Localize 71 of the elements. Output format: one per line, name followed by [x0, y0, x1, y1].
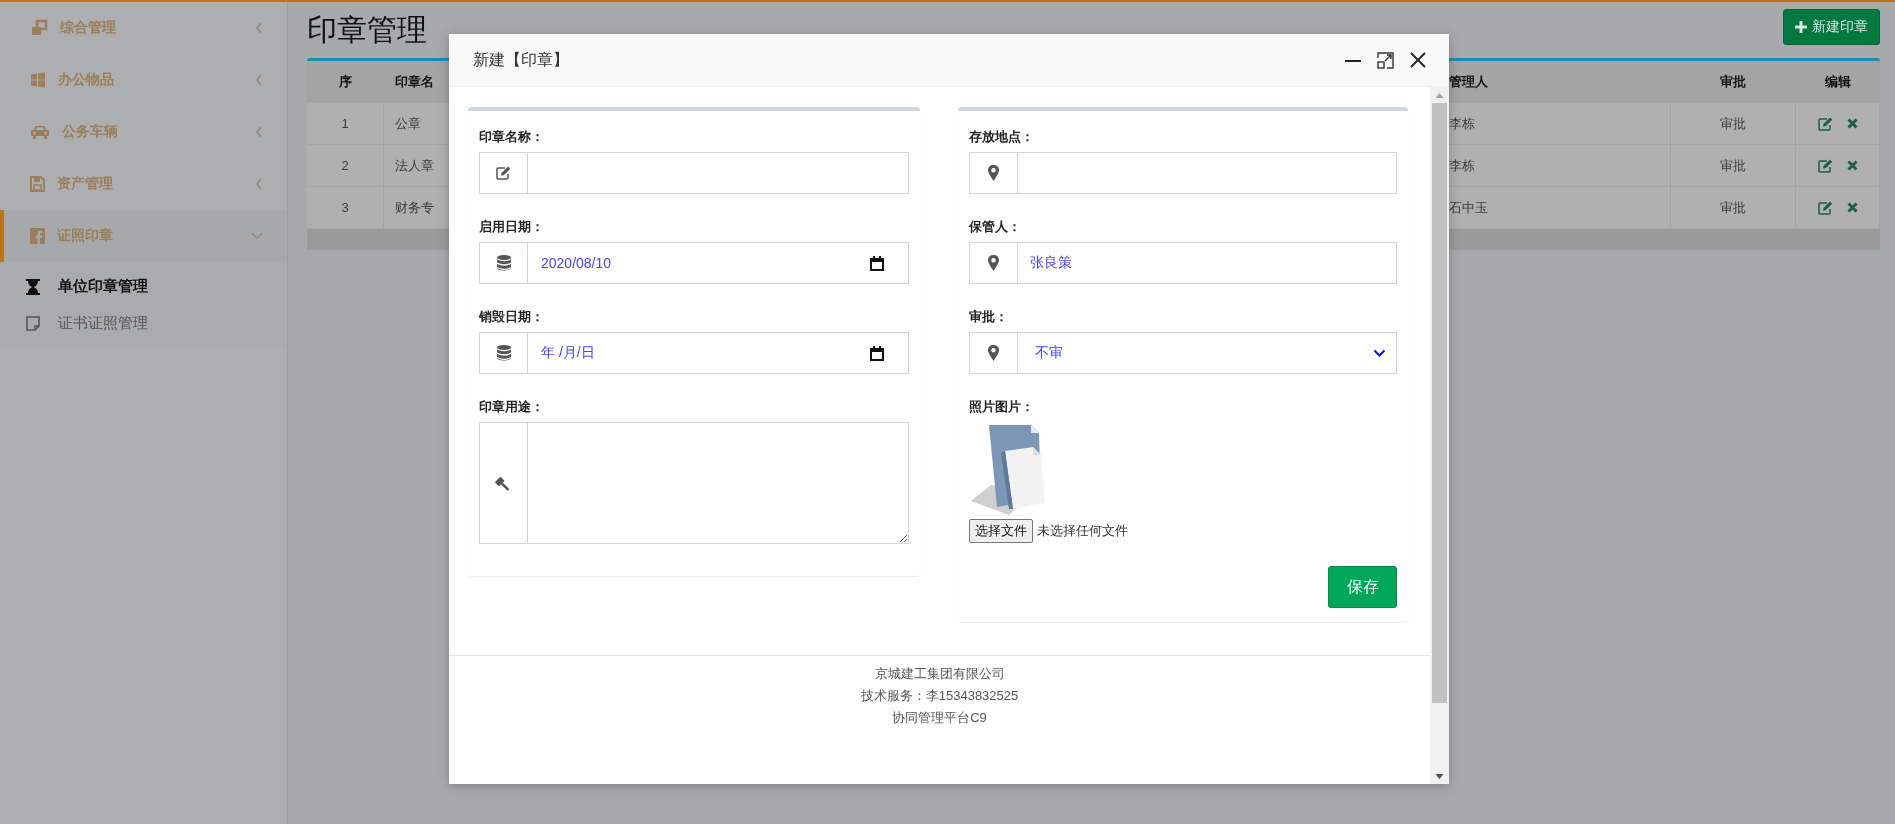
- table-cell: 审批: [1720, 198, 1746, 217]
- table-cell: 李栋: [1449, 114, 1475, 133]
- delete-icon[interactable]: [1846, 118, 1858, 129]
- chevron-left-icon: [255, 74, 263, 86]
- calendar-icon: [870, 345, 884, 361]
- car-icon: [30, 124, 50, 140]
- field-label: 审批：: [969, 308, 1009, 326]
- map-pin-icon: [988, 345, 999, 361]
- windows-icon: [30, 19, 48, 37]
- field-label: 存放地点：: [969, 128, 1035, 146]
- page-title: 印章管理: [307, 11, 427, 48]
- column-header: 序: [338, 72, 352, 91]
- new-seal-button[interactable]: 新建印章: [1783, 9, 1880, 45]
- file-status: 未选择任何文件: [1037, 522, 1128, 540]
- edit-icon[interactable]: [1817, 158, 1833, 173]
- field-label: 销毁日期：: [479, 308, 545, 326]
- chevron-left-icon: [255, 178, 263, 190]
- submenu-item[interactable]: 证书证照管理: [0, 305, 287, 342]
- dialog-title: 新建【印章】: [473, 49, 570, 70]
- edit-icon[interactable]: [1817, 116, 1833, 131]
- save-button[interactable]: 保存: [1328, 566, 1397, 608]
- chevron-left-icon: [255, 126, 263, 138]
- square-logo-icon: [30, 228, 45, 244]
- database-icon: [496, 345, 511, 361]
- field-label: 印章名称：: [479, 128, 545, 146]
- table-cell: 2: [341, 158, 349, 173]
- date-field[interactable]: 2020/08/10: [527, 242, 909, 284]
- field-label: 启用日期：: [479, 218, 545, 236]
- choose-file-button[interactable]: 选择文件: [969, 519, 1033, 543]
- column-header: 编辑: [1824, 72, 1851, 91]
- footer-text: 京城建工集团有限公司: [874, 665, 1005, 683]
- table-cell: 法人章: [395, 156, 434, 175]
- chevron-left-icon: [255, 22, 263, 34]
- table-cell: 石中玉: [1449, 198, 1488, 217]
- map-pin-icon: [988, 165, 999, 181]
- plus-icon: [1795, 21, 1807, 33]
- table-cell: 3: [341, 200, 349, 215]
- chevron-down-icon: [251, 232, 263, 240]
- table-cell: 审批: [1720, 114, 1746, 133]
- footer-text: 技术服务：李15343832525: [860, 687, 1019, 705]
- close-icon[interactable]: [1410, 52, 1426, 68]
- note-icon: [26, 316, 40, 331]
- delete-icon[interactable]: [1846, 160, 1858, 171]
- database-icon: [496, 255, 511, 271]
- table-cell: 李栋: [1449, 156, 1475, 175]
- table-cell: 1: [341, 116, 349, 131]
- footer-text: 协同管理平台C9: [892, 709, 987, 727]
- select-field[interactable]: 不审: [1017, 332, 1397, 374]
- column-header: 审批: [1720, 72, 1746, 91]
- field-label: 照片图片：: [969, 398, 1035, 416]
- maximize-icon[interactable]: [1377, 51, 1394, 69]
- edit-icon: [496, 166, 511, 180]
- text-field[interactable]: [527, 152, 909, 194]
- submenu-item[interactable]: 单位印章管理: [0, 268, 287, 305]
- chevron-down-icon: [1373, 348, 1386, 358]
- column-header: 印章名: [395, 72, 434, 91]
- grid-icon: [30, 72, 46, 88]
- field-label: 印章用途：: [479, 398, 545, 416]
- calendar-icon: [870, 255, 884, 271]
- table-cell: 财务专: [395, 198, 434, 217]
- hourglass-icon: [26, 278, 40, 295]
- text-field[interactable]: [1017, 152, 1397, 194]
- table-cell: 公章: [395, 114, 421, 133]
- column-header: 管理人: [1449, 72, 1488, 91]
- edit-icon[interactable]: [1817, 200, 1833, 215]
- text-field[interactable]: 张良策: [1017, 242, 1397, 284]
- field-label: 保管人：: [969, 218, 1022, 236]
- date-field[interactable]: 年 /月/日: [527, 332, 909, 374]
- delete-icon[interactable]: [1846, 202, 1858, 213]
- table-cell: 审批: [1720, 156, 1746, 175]
- map-pin-icon: [988, 255, 999, 271]
